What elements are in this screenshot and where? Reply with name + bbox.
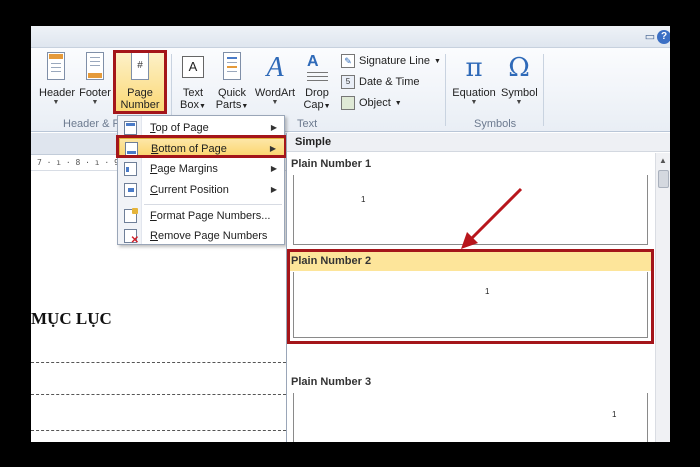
word-window: ▭ ? Header ▼ Footer ▼ # Page Number ▼ [31, 26, 670, 442]
red-arrow-icon [461, 187, 523, 249]
